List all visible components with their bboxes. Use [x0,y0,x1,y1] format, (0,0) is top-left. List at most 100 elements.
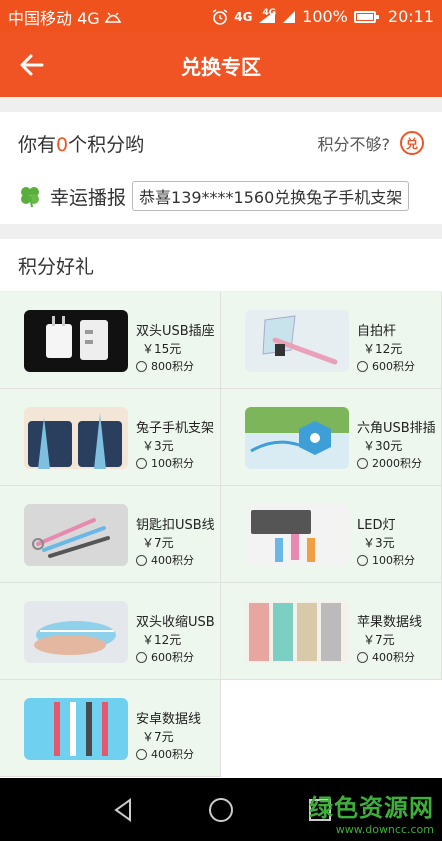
points-prefix: 你有 [18,133,57,156]
product-grid: 双头USB插座 ￥15元 800积分 自拍杆 ￥12元 600积分 兔子手机支架… [0,292,442,778]
battery-icon [353,10,379,23]
product-info: 兔子手机支架 ￥3元 100积分 [136,417,220,471]
product-points: 600积分 [357,358,441,374]
product-name: LED灯 [357,518,396,533]
signal-icon-2 [283,10,296,23]
product-points: 400积分 [136,746,220,762]
clock: 20:11 [387,7,434,26]
points-panel: 你有0个积分哟 积分不够? 兑 幸运播报 恭喜139****1560兑换兔子手机… [0,112,442,224]
points-suffix: 个积分哟 [68,133,145,156]
product-name: 兔子手机支架 [136,421,215,436]
product-points-value: 2000积分 [372,457,422,470]
product-points-value: 400积分 [372,651,415,664]
product-price: ￥15元 [142,342,182,356]
watermark-url: www.downcc.com [335,823,434,836]
product-price: ￥12元 [142,633,182,647]
product-points: 100积分 [357,552,441,568]
points-row: 你有0个积分哟 积分不够? 兑 [18,128,424,158]
coin-icon [136,651,147,663]
network-4g-label-2: 4G [262,7,277,18]
product-price: ￥3元 [142,439,174,453]
product-card-keychain-cable[interactable]: 钥匙扣USB线 ￥7元 400积分 [0,486,221,583]
product-points-value: 100积分 [372,554,415,567]
product-info: 安卓数据线 ￥7元 400积分 [136,708,220,762]
product-price: ￥7元 [363,633,395,647]
apple-cable-image [245,601,349,663]
product-card-retractable-usb[interactable]: 双头收缩USB ￥12元 600积分 [0,583,221,680]
product-card-rabbit-stand[interactable]: 兔子手机支架 ￥3元 100积分 [0,389,221,486]
system-nav-bar: 绿色资源网 www.downcc.com [0,778,442,841]
product-card-android-cable[interactable]: 安卓数据线 ￥7元 400积分 [0,680,221,777]
product-card-led-light[interactable]: LED灯 ￥3元 100积分 [221,486,442,583]
watermark: 绿色资源网 www.downcc.com [309,788,434,836]
product-points: 800积分 [136,358,220,374]
product-price: ￥7元 [142,730,174,744]
alarm-icon [212,8,228,25]
app-header: 兑换专区 [0,33,442,97]
product-price: ￥30元 [363,439,403,453]
product-points-value: 400积分 [151,748,194,761]
hex-usb-strip-image [245,407,349,469]
product-points: 400积分 [357,649,441,665]
coin-icon [357,457,368,469]
carrier-label: 中国移动 4G [8,8,100,28]
android-debug-icon [104,12,122,23]
points-count: 0 [56,133,69,156]
home-circle-icon[interactable] [207,796,235,824]
coin-icon [136,360,147,372]
gift-section-title: 积分好礼 [0,239,442,291]
not-enough-points-link[interactable]: 积分不够? 兑 [317,131,424,155]
watermark-text: 绿色资源网 [309,794,434,822]
back-triangle-icon[interactable] [110,796,138,824]
product-price: ￥7元 [142,536,174,550]
selfie-stick-image [245,310,349,372]
usb-charger-image [24,310,128,372]
product-info: 双头USB插座 ￥15元 800积分 [136,320,220,374]
product-name: 双头USB插座 [136,324,215,339]
exchange-icon: 兑 [400,131,424,155]
product-name: 钥匙扣USB线 [136,518,215,533]
lucky-broadcast-label: 幸运播报 [50,186,127,209]
product-name: 自拍杆 [357,324,397,339]
not-enough-label: 积分不够? [317,135,391,154]
product-info: 双头收缩USB ￥12元 600积分 [136,611,220,665]
product-points: 100积分 [136,455,220,471]
points-summary: 你有0个积分哟 [18,130,144,157]
coin-icon [357,360,368,372]
product-points-value: 600积分 [151,651,194,664]
battery-percent: 100% [302,7,348,26]
product-name: 六角USB排插 [357,421,436,436]
product-points-value: 400积分 [151,554,194,567]
coin-icon [357,554,368,566]
product-points-value: 800积分 [151,360,194,373]
lucky-broadcast-row: 幸运播报 恭喜139****1560兑换兔子手机支架 [18,180,424,212]
lucky-broadcast-message: 恭喜139****1560兑换兔子手机支架 [132,181,410,211]
coin-icon [136,457,147,469]
coin-icon [136,748,147,760]
rabbit-phone-stand-image [24,407,128,469]
product-info: 钥匙扣USB线 ￥7元 400积分 [136,514,220,568]
keychain-usb-cable-image [24,504,128,566]
product-points-value: 600积分 [372,360,415,373]
product-card-apple-cable[interactable]: 苹果数据线 ￥7元 400积分 [221,583,442,680]
product-card-hex-usb[interactable]: 六角USB排插 ￥30元 2000积分 [221,389,442,486]
coin-icon [357,651,368,663]
product-name: 苹果数据线 [357,615,423,630]
product-info: 自拍杆 ￥12元 600积分 [357,320,441,374]
product-card-usb-charger[interactable]: 双头USB插座 ￥15元 800积分 [0,292,221,389]
product-info: LED灯 ￥3元 100积分 [357,514,441,568]
product-points: 2000积分 [357,455,441,471]
product-card-selfie-stick[interactable]: 自拍杆 ￥12元 600积分 [221,292,442,389]
android-cable-image [24,698,128,760]
back-arrow-icon[interactable] [18,51,46,79]
product-points: 400积分 [136,552,220,568]
product-price: ￥3元 [363,536,395,550]
product-points-value: 100积分 [151,457,194,470]
product-info: 六角USB排插 ￥30元 2000积分 [357,417,441,471]
page-title: 兑换专区 [181,54,261,79]
status-bar: 中国移动 4G 4G 4G 100% 20:11 [0,0,442,33]
retractable-usb-image [24,601,128,663]
led-light-image [245,504,349,566]
product-info: 苹果数据线 ￥7元 400积分 [357,611,441,665]
clover-icon [21,187,39,208]
